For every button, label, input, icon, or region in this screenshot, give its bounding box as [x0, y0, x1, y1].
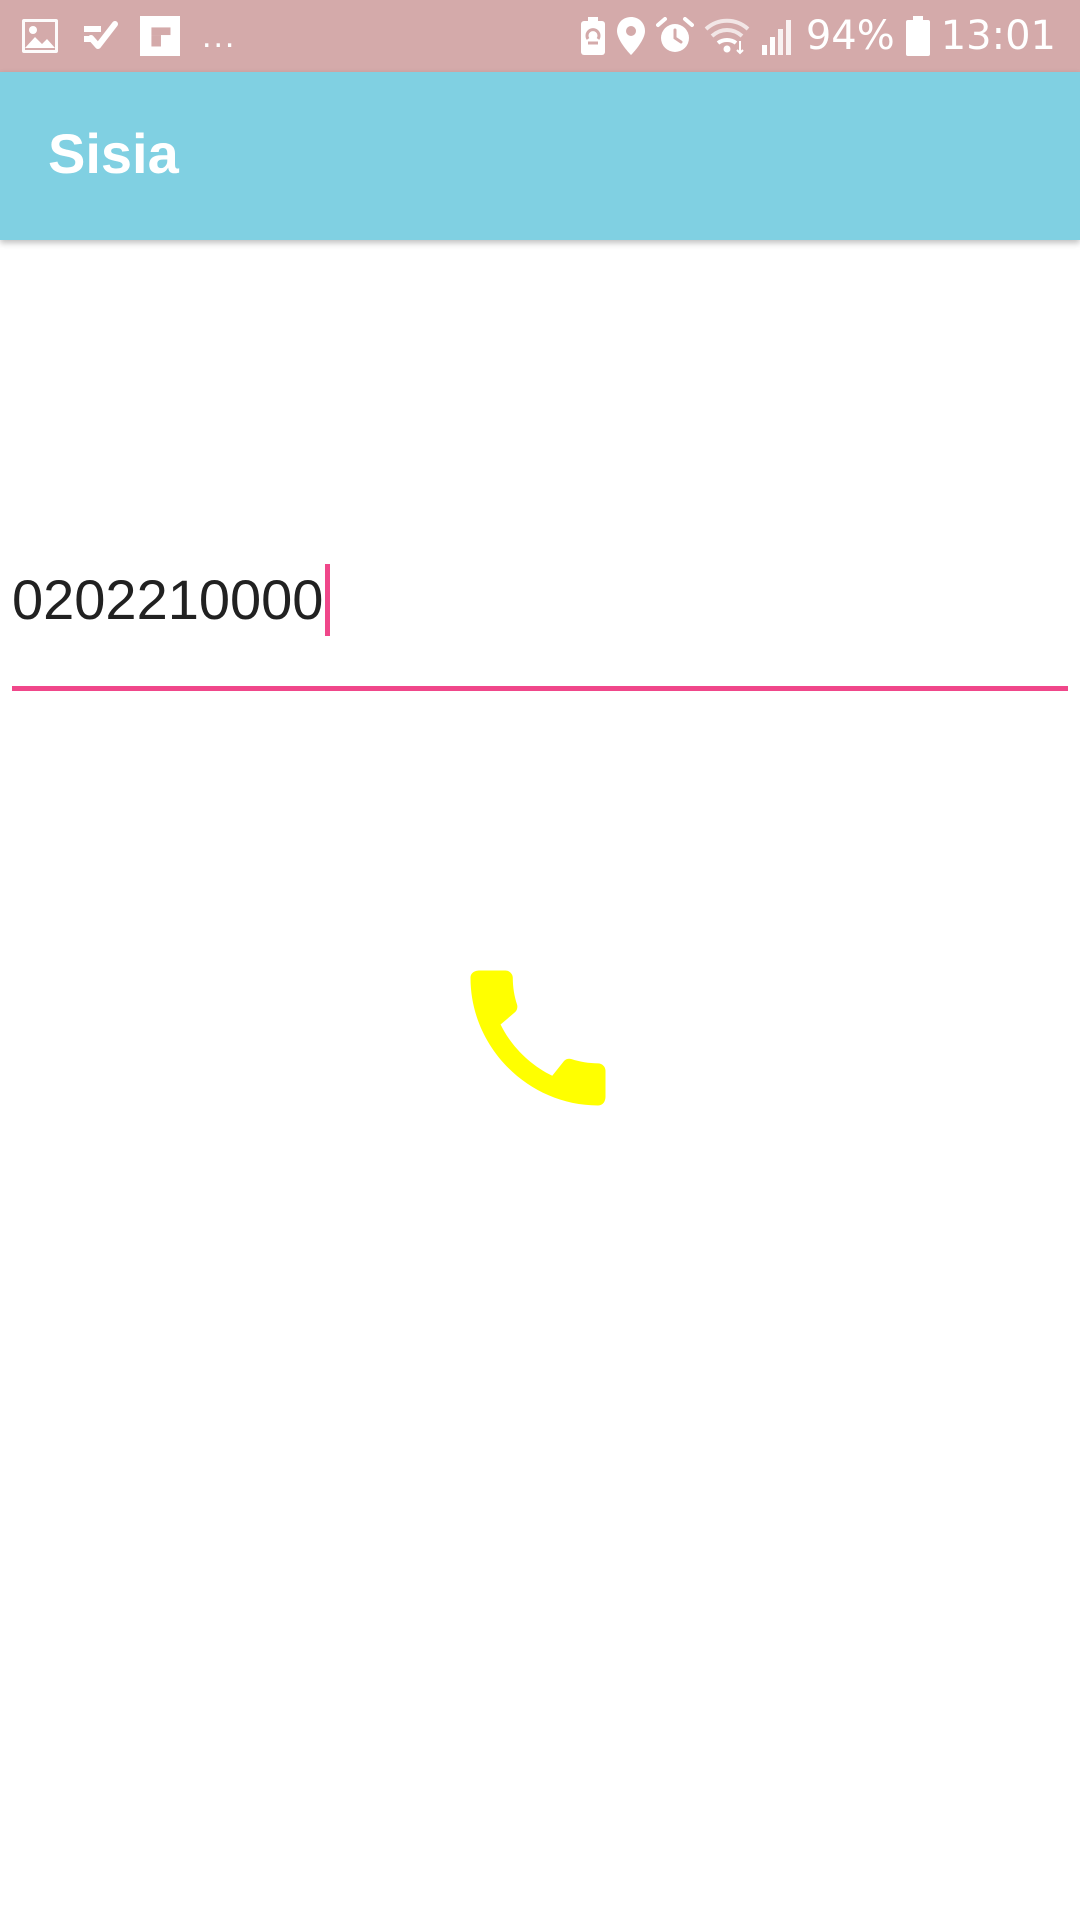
input-underline	[12, 686, 1068, 691]
more-notifications: ...	[202, 17, 237, 55]
task-check-icon	[80, 16, 120, 56]
battery-saver-icon	[580, 14, 606, 58]
phone-number-value: 0202210000	[12, 568, 324, 631]
notification-icons: ...	[20, 16, 236, 56]
flipboard-icon	[140, 16, 180, 56]
app-title: Sisia	[48, 122, 179, 185]
status-bar: ... 94% 13:01	[0, 0, 1080, 72]
app-bar: Sisia	[0, 72, 1080, 240]
battery-percent: 94%	[805, 13, 895, 59]
alarm-icon	[655, 14, 694, 58]
location-icon	[616, 14, 646, 58]
screen: ... 94% 13:01 Sisia 0202210000	[0, 0, 1080, 1920]
phone-number-input[interactable]: 0202210000	[12, 564, 331, 636]
signal-icon	[760, 14, 796, 58]
text-cursor	[325, 564, 331, 636]
phone-icon	[470, 970, 606, 1106]
battery-icon	[905, 14, 931, 58]
clock: 13:01	[940, 13, 1056, 59]
wifi-icon	[704, 14, 750, 58]
system-icons: 94% 13:01	[570, 14, 1056, 58]
call-button[interactable]	[438, 938, 638, 1138]
gallery-icon	[20, 16, 60, 56]
phone-number-field[interactable]: 0202210000	[12, 548, 1068, 694]
